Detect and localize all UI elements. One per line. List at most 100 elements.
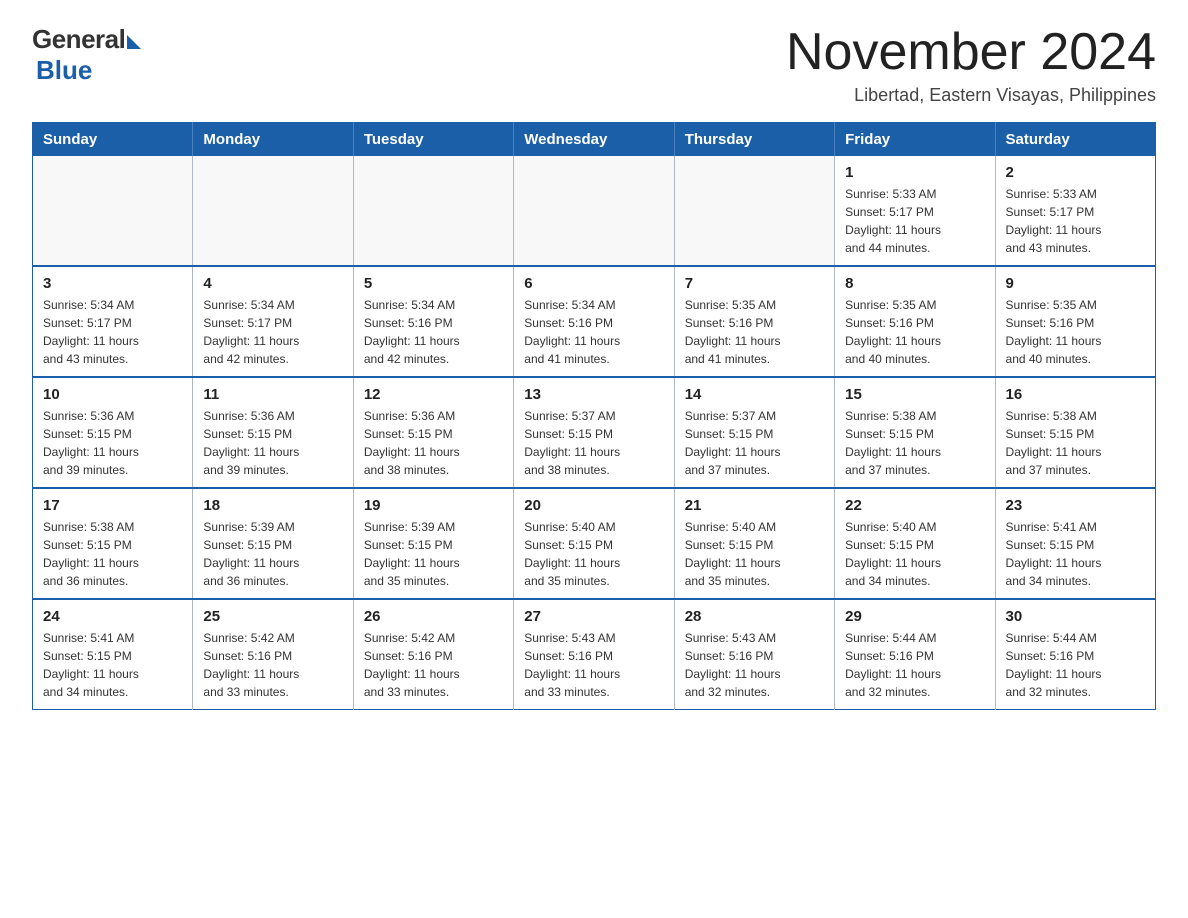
day-cell: 9 Sunrise: 5:35 AM Sunset: 5:16 PM Daylig… bbox=[995, 266, 1155, 377]
day-cell: 14 Sunrise: 5:37 AM Sunset: 5:15 PM Dayli… bbox=[674, 377, 834, 488]
day-number: 7 bbox=[685, 275, 824, 292]
day-info: Sunrise: 5:36 AM Sunset: 5:15 PM Dayligh… bbox=[43, 407, 182, 479]
week-row-2: 3 Sunrise: 5:34 AM Sunset: 5:17 PM Daylig… bbox=[33, 266, 1156, 377]
week-row-1: 1 Sunrise: 5:33 AM Sunset: 5:17 PM Daylig… bbox=[33, 156, 1156, 266]
day-number: 9 bbox=[1006, 275, 1145, 292]
day-info: Sunrise: 5:34 AM Sunset: 5:16 PM Dayligh… bbox=[364, 296, 503, 368]
week-row-3: 10 Sunrise: 5:36 AM Sunset: 5:15 PM Dayli… bbox=[33, 377, 1156, 488]
day-number: 17 bbox=[43, 497, 182, 514]
day-number: 29 bbox=[845, 608, 984, 625]
header-day-sunday: Sunday bbox=[33, 123, 193, 157]
logo-blue-text: Blue bbox=[36, 55, 92, 86]
day-info: Sunrise: 5:34 AM Sunset: 5:17 PM Dayligh… bbox=[43, 296, 182, 368]
day-number: 27 bbox=[524, 608, 663, 625]
header-day-saturday: Saturday bbox=[995, 123, 1155, 157]
day-cell: 27 Sunrise: 5:43 AM Sunset: 5:16 PM Dayli… bbox=[514, 599, 674, 710]
day-info: Sunrise: 5:33 AM Sunset: 5:17 PM Dayligh… bbox=[845, 185, 984, 257]
day-info: Sunrise: 5:44 AM Sunset: 5:16 PM Dayligh… bbox=[1006, 629, 1145, 701]
day-cell: 13Sunrise: 5:37 AM Sunset: 5:15 PM Dayli… bbox=[514, 377, 674, 488]
day-info: Sunrise: 5:37 AM Sunset: 5:15 PM Dayligh… bbox=[685, 407, 824, 479]
day-cell: 6 Sunrise: 5:34 AM Sunset: 5:16 PM Daylig… bbox=[514, 266, 674, 377]
header-day-friday: Friday bbox=[835, 123, 995, 157]
day-cell: 29Sunrise: 5:44 AM Sunset: 5:16 PM Dayli… bbox=[835, 599, 995, 710]
day-cell: 15Sunrise: 5:38 AM Sunset: 5:15 PM Dayli… bbox=[835, 377, 995, 488]
logo-general-text: General bbox=[32, 24, 125, 55]
day-cell: 11Sunrise: 5:36 AM Sunset: 5:15 PM Dayli… bbox=[193, 377, 353, 488]
day-cell: 28 Sunrise: 5:43 AM Sunset: 5:16 PM Dayli… bbox=[674, 599, 834, 710]
header-day-thursday: Thursday bbox=[674, 123, 834, 157]
day-number: 3 bbox=[43, 275, 182, 292]
day-info: Sunrise: 5:35 AM Sunset: 5:16 PM Dayligh… bbox=[1006, 296, 1145, 368]
day-cell: 21 Sunrise: 5:40 AM Sunset: 5:15 PM Dayli… bbox=[674, 488, 834, 599]
calendar-table: SundayMondayTuesdayWednesdayThursdayFrid… bbox=[32, 122, 1156, 710]
day-cell: 8 Sunrise: 5:35 AM Sunset: 5:16 PM Daylig… bbox=[835, 266, 995, 377]
day-info: Sunrise: 5:38 AM Sunset: 5:15 PM Dayligh… bbox=[1006, 407, 1145, 479]
day-info: Sunrise: 5:42 AM Sunset: 5:16 PM Dayligh… bbox=[364, 629, 503, 701]
day-number: 22 bbox=[845, 497, 984, 514]
day-number: 2 bbox=[1006, 164, 1145, 181]
day-info: Sunrise: 5:35 AM Sunset: 5:16 PM Dayligh… bbox=[845, 296, 984, 368]
day-number: 5 bbox=[364, 275, 503, 292]
header-day-monday: Monday bbox=[193, 123, 353, 157]
day-cell bbox=[33, 156, 193, 266]
day-cell: 1 Sunrise: 5:33 AM Sunset: 5:17 PM Daylig… bbox=[835, 156, 995, 266]
day-info: Sunrise: 5:34 AM Sunset: 5:17 PM Dayligh… bbox=[203, 296, 342, 368]
day-info: Sunrise: 5:40 AM Sunset: 5:15 PM Dayligh… bbox=[845, 518, 984, 590]
day-info: Sunrise: 5:39 AM Sunset: 5:15 PM Dayligh… bbox=[203, 518, 342, 590]
day-cell: 10 Sunrise: 5:36 AM Sunset: 5:15 PM Dayli… bbox=[33, 377, 193, 488]
day-cell: 30Sunrise: 5:44 AM Sunset: 5:16 PM Dayli… bbox=[995, 599, 1155, 710]
day-info: Sunrise: 5:43 AM Sunset: 5:16 PM Dayligh… bbox=[524, 629, 663, 701]
title-block: November 2024 Libertad, Eastern Visayas,… bbox=[786, 24, 1156, 106]
day-cell: 24 Sunrise: 5:41 AM Sunset: 5:15 PM Dayli… bbox=[33, 599, 193, 710]
day-number: 14 bbox=[685, 386, 824, 403]
day-info: Sunrise: 5:41 AM Sunset: 5:15 PM Dayligh… bbox=[43, 629, 182, 701]
day-number: 6 bbox=[524, 275, 663, 292]
header-day-wednesday: Wednesday bbox=[514, 123, 674, 157]
day-cell: 7 Sunrise: 5:35 AM Sunset: 5:16 PM Daylig… bbox=[674, 266, 834, 377]
day-info: Sunrise: 5:43 AM Sunset: 5:16 PM Dayligh… bbox=[685, 629, 824, 701]
day-number: 16 bbox=[1006, 386, 1145, 403]
header-row: SundayMondayTuesdayWednesdayThursdayFrid… bbox=[33, 123, 1156, 157]
day-cell: 12Sunrise: 5:36 AM Sunset: 5:15 PM Dayli… bbox=[353, 377, 513, 488]
day-number: 1 bbox=[845, 164, 984, 181]
location-subtitle: Libertad, Eastern Visayas, Philippines bbox=[786, 85, 1156, 106]
day-cell: 19Sunrise: 5:39 AM Sunset: 5:15 PM Dayli… bbox=[353, 488, 513, 599]
day-cell bbox=[674, 156, 834, 266]
day-cell: 5 Sunrise: 5:34 AM Sunset: 5:16 PM Daylig… bbox=[353, 266, 513, 377]
day-number: 28 bbox=[685, 608, 824, 625]
day-number: 4 bbox=[203, 275, 342, 292]
day-cell: 4 Sunrise: 5:34 AM Sunset: 5:17 PM Daylig… bbox=[193, 266, 353, 377]
day-number: 24 bbox=[43, 608, 182, 625]
day-cell: 2 Sunrise: 5:33 AM Sunset: 5:17 PM Daylig… bbox=[995, 156, 1155, 266]
day-cell: 17 Sunrise: 5:38 AM Sunset: 5:15 PM Dayli… bbox=[33, 488, 193, 599]
day-number: 18 bbox=[203, 497, 342, 514]
day-info: Sunrise: 5:36 AM Sunset: 5:15 PM Dayligh… bbox=[364, 407, 503, 479]
day-cell: 3 Sunrise: 5:34 AM Sunset: 5:17 PM Daylig… bbox=[33, 266, 193, 377]
day-number: 26 bbox=[364, 608, 503, 625]
day-number: 10 bbox=[43, 386, 182, 403]
week-row-4: 17 Sunrise: 5:38 AM Sunset: 5:15 PM Dayli… bbox=[33, 488, 1156, 599]
day-info: Sunrise: 5:42 AM Sunset: 5:16 PM Dayligh… bbox=[203, 629, 342, 701]
day-info: Sunrise: 5:33 AM Sunset: 5:17 PM Dayligh… bbox=[1006, 185, 1145, 257]
day-info: Sunrise: 5:40 AM Sunset: 5:15 PM Dayligh… bbox=[524, 518, 663, 590]
day-info: Sunrise: 5:38 AM Sunset: 5:15 PM Dayligh… bbox=[845, 407, 984, 479]
day-info: Sunrise: 5:41 AM Sunset: 5:15 PM Dayligh… bbox=[1006, 518, 1145, 590]
day-cell bbox=[353, 156, 513, 266]
header-day-tuesday: Tuesday bbox=[353, 123, 513, 157]
day-info: Sunrise: 5:35 AM Sunset: 5:16 PM Dayligh… bbox=[685, 296, 824, 368]
day-cell: 20Sunrise: 5:40 AM Sunset: 5:15 PM Dayli… bbox=[514, 488, 674, 599]
day-info: Sunrise: 5:39 AM Sunset: 5:15 PM Dayligh… bbox=[364, 518, 503, 590]
day-number: 11 bbox=[203, 386, 342, 403]
day-number: 21 bbox=[685, 497, 824, 514]
day-info: Sunrise: 5:38 AM Sunset: 5:15 PM Dayligh… bbox=[43, 518, 182, 590]
day-info: Sunrise: 5:34 AM Sunset: 5:16 PM Dayligh… bbox=[524, 296, 663, 368]
day-info: Sunrise: 5:40 AM Sunset: 5:15 PM Dayligh… bbox=[685, 518, 824, 590]
day-cell: 22 Sunrise: 5:40 AM Sunset: 5:15 PM Dayli… bbox=[835, 488, 995, 599]
calendar-header: SundayMondayTuesdayWednesdayThursdayFrid… bbox=[33, 123, 1156, 157]
day-cell bbox=[514, 156, 674, 266]
week-row-5: 24 Sunrise: 5:41 AM Sunset: 5:15 PM Dayli… bbox=[33, 599, 1156, 710]
day-info: Sunrise: 5:37 AM Sunset: 5:15 PM Dayligh… bbox=[524, 407, 663, 479]
day-number: 25 bbox=[203, 608, 342, 625]
day-cell: 23Sunrise: 5:41 AM Sunset: 5:15 PM Dayli… bbox=[995, 488, 1155, 599]
day-number: 8 bbox=[845, 275, 984, 292]
